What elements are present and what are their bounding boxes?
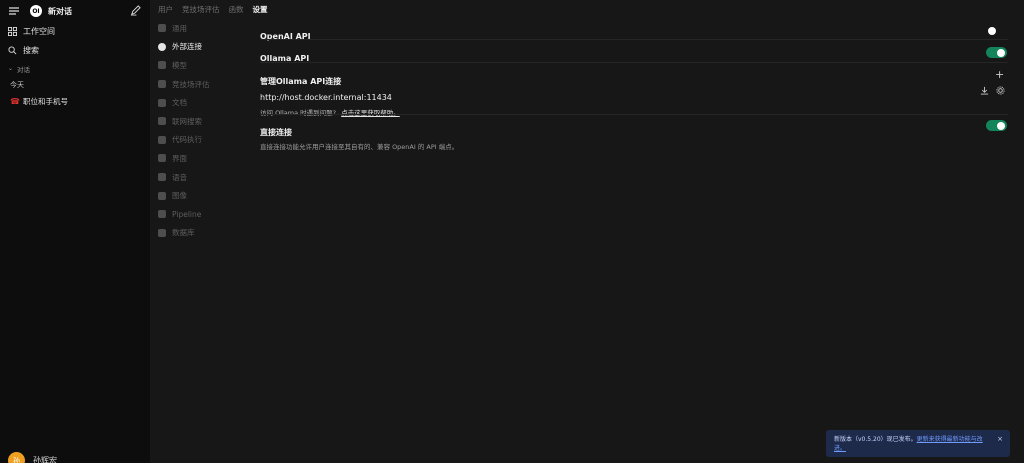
layers-icon bbox=[158, 210, 166, 219]
settings-nav-interface[interactable]: 界面 bbox=[158, 149, 248, 168]
tab-users[interactable]: 用户 bbox=[158, 4, 173, 15]
direct-connection-toggle[interactable] bbox=[986, 120, 1007, 131]
settings-nav-models[interactable]: 模型 bbox=[158, 56, 248, 75]
sidebar-day-label: 今天 bbox=[10, 80, 24, 89]
chevron-down-icon: ⌄ bbox=[8, 65, 14, 72]
menu-icon[interactable] bbox=[8, 5, 20, 17]
sidebar-section-chats[interactable]: ⌄ 对话 bbox=[0, 60, 150, 77]
globe-icon bbox=[158, 117, 166, 126]
add-connection-icon[interactable]: + bbox=[995, 69, 1004, 80]
section-label: 对话 bbox=[17, 65, 31, 74]
nav-label: 联网搜索 bbox=[172, 116, 202, 126]
settings-nav-audio[interactable]: 语音 bbox=[158, 168, 248, 187]
nav-label: 数据库 bbox=[172, 228, 195, 238]
search-icon bbox=[8, 46, 17, 55]
divider bbox=[260, 39, 1008, 40]
tab-settings[interactable]: 设置 bbox=[253, 4, 268, 15]
main-content: 用户 竞技场评估 函数 设置 通用 外部连接 模型 竞技场评估 文档 联网搜索 … bbox=[150, 0, 1024, 463]
gear-icon[interactable] bbox=[996, 86, 1005, 95]
toast-text: 新版本（v0.5.20）现已发布。 bbox=[834, 436, 917, 443]
new-chat-edit-icon[interactable] bbox=[130, 5, 141, 16]
openai-api-toggle[interactable] bbox=[986, 25, 1007, 36]
nav-label: 界面 bbox=[172, 153, 187, 163]
update-toast: 新版本（v0.5.20）现已发布。更新来获得最新功能与改进。 × bbox=[826, 430, 1010, 457]
nav-label: 外部连接 bbox=[172, 42, 202, 52]
nav-label: 竞技场评估 bbox=[172, 79, 210, 89]
toggle-knob bbox=[997, 49, 1005, 57]
toggle-knob bbox=[997, 122, 1005, 130]
chat-list-item[interactable]: ☎ 职位和手机号 bbox=[0, 92, 150, 110]
image-icon bbox=[158, 191, 166, 200]
close-icon[interactable]: × bbox=[997, 435, 1003, 444]
cloud-icon bbox=[158, 42, 166, 51]
ollama-api-toggle[interactable] bbox=[986, 47, 1007, 58]
divider bbox=[260, 62, 1008, 63]
settings-nav: 通用 外部连接 模型 竞技场评估 文档 联网搜索 代码执行 界面 语音 图像 P… bbox=[158, 19, 248, 242]
nav-label: 通用 bbox=[172, 23, 187, 33]
settings-nav-pipeline[interactable]: Pipeline bbox=[158, 205, 248, 224]
settings-nav-database[interactable]: 数据库 bbox=[158, 224, 248, 243]
gear-icon bbox=[158, 24, 166, 33]
phone-icon: ☎ bbox=[10, 96, 20, 106]
nav-label: 代码执行 bbox=[172, 135, 202, 145]
sidebar: OI 新对话 工作空间 搜索 ⌄ 对话 今天 ☎ 职位和手机号 孙 孙辉宏 bbox=[0, 0, 150, 463]
nav-label: 文档 bbox=[172, 98, 187, 108]
direct-connection-description: 直接连接功能允许用户连接至其自有的、兼容 OpenAI 的 API 端点。 bbox=[260, 143, 459, 151]
nav-label: 图像 bbox=[172, 191, 187, 201]
download-icon[interactable] bbox=[980, 86, 989, 95]
sidebar-item-workspace[interactable]: 工作空间 bbox=[0, 22, 150, 41]
openai-api-row: OpenAI API bbox=[260, 24, 1008, 43]
nav-label: Pipeline bbox=[172, 209, 202, 219]
code-icon bbox=[158, 135, 166, 144]
tab-functions[interactable]: 函数 bbox=[229, 4, 244, 15]
divider bbox=[260, 114, 1008, 115]
admin-tabs: 用户 竞技场评估 函数 设置 bbox=[158, 4, 277, 15]
sidebar-item-label: 工作空间 bbox=[23, 27, 55, 36]
help-link[interactable]: 点击这里获取帮助。 bbox=[341, 109, 400, 117]
new-chat-label[interactable]: 新对话 bbox=[48, 6, 72, 17]
file-icon bbox=[158, 98, 166, 107]
settings-nav-images[interactable]: 图像 bbox=[158, 186, 248, 205]
grid-icon bbox=[8, 27, 17, 36]
user-name: 孙辉宏 bbox=[33, 456, 57, 463]
help-text: 访问 Ollama 时遇到问题? bbox=[260, 109, 337, 117]
tab-arena[interactable]: 竞技场评估 bbox=[182, 4, 220, 15]
settings-nav-code-exec[interactable]: 代码执行 bbox=[158, 131, 248, 150]
document-icon bbox=[158, 80, 166, 89]
avatar: 孙 bbox=[8, 452, 25, 463]
ollama-help-row: 访问 Ollama 时遇到问题? 点击这里获取帮助。 bbox=[260, 100, 1008, 119]
chat-title: 职位和手机号 bbox=[22, 96, 68, 106]
settings-nav-web-search[interactable]: 联网搜索 bbox=[158, 112, 248, 131]
sidebar-item-search[interactable]: 搜索 bbox=[0, 41, 150, 60]
cube-icon bbox=[158, 61, 166, 70]
settings-nav-arena[interactable]: 竞技场评估 bbox=[158, 75, 248, 94]
speaker-icon bbox=[158, 173, 166, 182]
monitor-icon bbox=[158, 154, 166, 163]
app-logo[interactable]: OI bbox=[30, 5, 42, 17]
nav-label: 模型 bbox=[172, 60, 187, 70]
settings-nav-general[interactable]: 通用 bbox=[158, 19, 248, 38]
settings-nav-documents[interactable]: 文档 bbox=[158, 93, 248, 112]
toggle-knob bbox=[988, 27, 996, 35]
settings-nav-connections[interactable]: 外部连接 bbox=[158, 38, 248, 57]
database-icon bbox=[158, 228, 166, 237]
nav-label: 语音 bbox=[172, 172, 187, 182]
sidebar-item-label: 搜索 bbox=[23, 46, 39, 55]
direct-connection-desc-row: 直接连接功能允许用户连接至其自有的、兼容 OpenAI 的 API 端点。 bbox=[260, 134, 1008, 153]
user-menu[interactable]: 孙 孙辉宏 bbox=[8, 452, 57, 463]
